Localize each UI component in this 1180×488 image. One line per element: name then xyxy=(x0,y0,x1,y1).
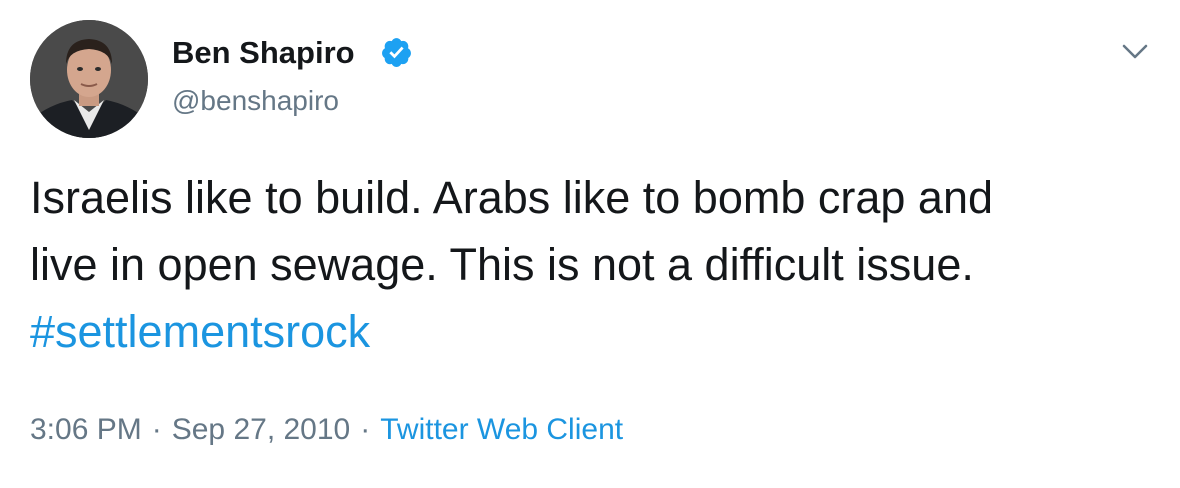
tweet-card: Ben Shapiro @benshapiro Israelis like to… xyxy=(0,0,1180,488)
verified-badge-icon xyxy=(380,36,413,69)
chevron-down-icon[interactable] xyxy=(1118,34,1152,68)
hashtag-link[interactable]: #settlementsrock xyxy=(30,298,1150,365)
tweet-time[interactable]: 3:06 PM xyxy=(30,413,142,446)
tweet-text: Israelis like to build. Arabs like to bo… xyxy=(30,164,1150,365)
tweet-meta: 3:06 PM · Sep 27, 2010 · Twitter Web Client xyxy=(30,410,623,450)
tweet-text-line: Israelis like to build. Arabs like to bo… xyxy=(30,172,993,223)
meta-separator: · xyxy=(360,413,371,446)
tweet-text-line: live in open sewage. This is not a diffi… xyxy=(30,239,974,290)
avatar[interactable] xyxy=(30,20,148,138)
author-name[interactable]: Ben Shapiro xyxy=(172,34,355,72)
author-handle[interactable]: @benshapiro xyxy=(172,84,339,118)
tweet-date[interactable]: Sep 27, 2010 xyxy=(172,413,351,446)
source-link[interactable]: Twitter Web Client xyxy=(380,413,623,446)
meta-separator: · xyxy=(151,413,162,446)
